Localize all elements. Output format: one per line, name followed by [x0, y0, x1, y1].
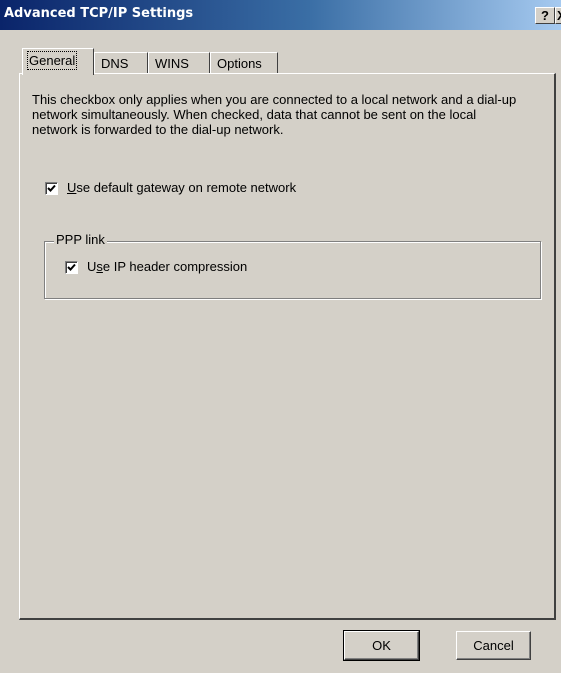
tab-label: General: [26, 51, 78, 70]
close-button[interactable]: X: [555, 7, 561, 24]
tab-general[interactable]: General: [22, 48, 94, 75]
window-title: Advanced TCP/IP Settings: [4, 6, 194, 21]
description-text: This checkbox only applies when you are …: [32, 92, 517, 137]
ip-header-compression-checkbox[interactable]: [65, 261, 78, 274]
default-gateway-checkbox[interactable]: [45, 182, 58, 195]
help-button[interactable]: ?: [535, 7, 555, 24]
label-text: U: [87, 259, 97, 274]
tab-options[interactable]: Options: [210, 52, 278, 74]
label-text: e IP header compression: [102, 259, 248, 274]
ip-header-compression-label[interactable]: Use IP header compression: [87, 259, 247, 274]
title-bar[interactable]: Advanced TCP/IP Settings ? X: [0, 0, 561, 30]
ppp-link-legend: PPP link: [54, 232, 107, 247]
tab-label: Options: [217, 56, 262, 71]
cancel-button[interactable]: Cancel: [456, 631, 531, 660]
tab-dns[interactable]: DNS: [94, 52, 148, 74]
check-mark-icon: [47, 184, 56, 192]
ok-button[interactable]: OK: [343, 630, 420, 661]
default-gateway-label[interactable]: Use default gateway on remote network: [67, 180, 296, 195]
tab-wins[interactable]: WINS: [148, 52, 210, 74]
tab-label: WINS: [155, 56, 189, 71]
check-mark-icon: [67, 263, 76, 271]
tab-label: DNS: [101, 56, 129, 71]
tab-panel-general: [19, 73, 556, 620]
label-text: se default gateway on remote network: [76, 180, 297, 195]
access-key: U: [67, 180, 77, 195]
